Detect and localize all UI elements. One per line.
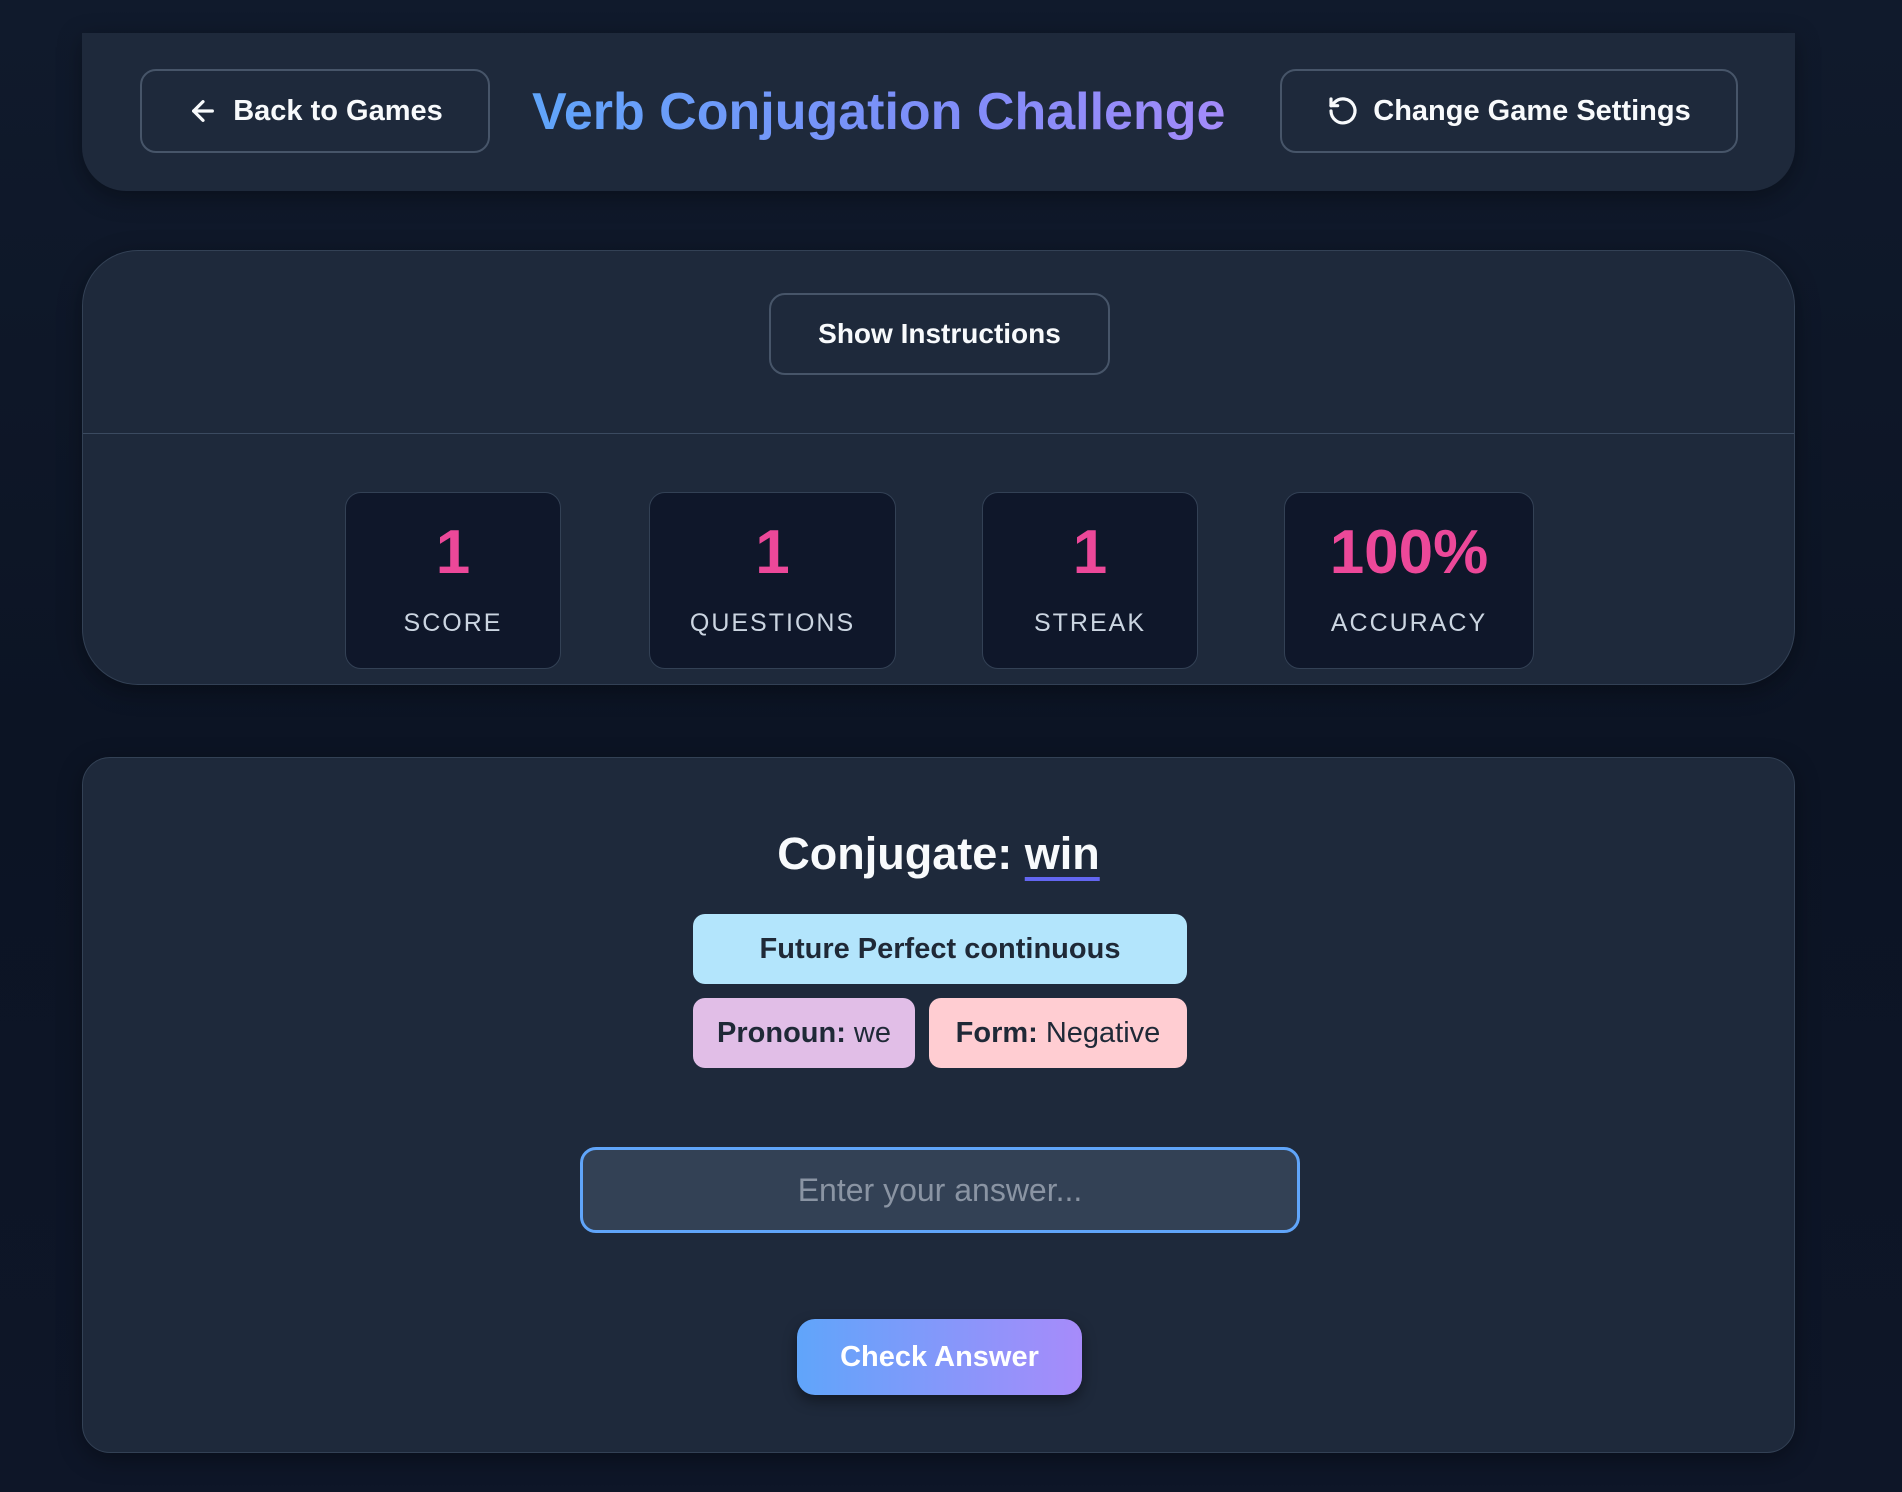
change-game-settings-label: Change Game Settings [1373, 94, 1691, 127]
form-label: Form: [955, 1016, 1038, 1049]
page-title: Verb Conjugation Challenge [532, 77, 1252, 147]
header-bar: Back to Games Verb Conjugation Challenge… [82, 33, 1795, 191]
back-to-games-label: Back to Games [233, 94, 443, 127]
stat-score: 1 SCORE [345, 492, 561, 669]
tense-tag: Future Perfect continuous [693, 914, 1187, 984]
stat-label: STREAK [1033, 609, 1147, 637]
pronoun-tag: Pronoun: we [693, 998, 915, 1068]
stat-value: 100% [1329, 518, 1489, 587]
stats-panel: Show Instructions 1 SCORE 1 QUESTIONS 1 … [82, 250, 1795, 685]
stat-value: 1 [435, 518, 471, 587]
form-tag: Form: Negative [929, 998, 1187, 1068]
stat-value: 1 [755, 518, 790, 587]
change-game-settings-button[interactable]: Change Game Settings [1280, 69, 1738, 153]
stat-label: SCORE [403, 609, 503, 637]
question-card: Conjugate: win Future Perfect continuous… [82, 757, 1795, 1453]
answer-input[interactable] [580, 1147, 1300, 1233]
stat-accuracy: 100% ACCURACY [1284, 492, 1534, 669]
conjugate-prompt: Conjugate: win [83, 824, 1794, 884]
target-verb: win [1024, 828, 1100, 879]
show-instructions-button[interactable]: Show Instructions [769, 293, 1110, 375]
stat-value: 1 [1072, 518, 1108, 587]
check-answer-button[interactable]: Check Answer [797, 1319, 1082, 1395]
arrow-left-icon [192, 100, 215, 122]
stat-questions: 1 QUESTIONS [649, 492, 896, 669]
back-to-games-button[interactable]: Back to Games [140, 69, 490, 153]
pronoun-label: Pronoun: [717, 1016, 846, 1049]
stat-streak: 1 STREAK [982, 492, 1198, 669]
form-value: Negative [1045, 1016, 1161, 1049]
divider [83, 433, 1794, 434]
stat-label: ACCURACY [1330, 609, 1488, 637]
pronoun-value: we [853, 1016, 891, 1049]
stat-label: QUESTIONS [689, 609, 856, 637]
rotate-ccw-icon [1329, 97, 1357, 125]
prompt-label: Conjugate: [777, 828, 1013, 879]
